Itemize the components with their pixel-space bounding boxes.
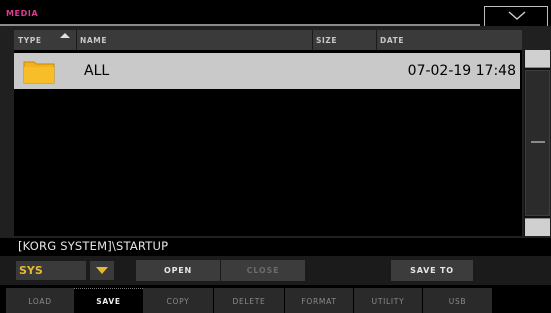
file-name: ALL (84, 63, 110, 79)
vertical-scrollbar[interactable] (524, 50, 550, 236)
file-row-all[interactable]: ALL 07-02-19 17:48 (14, 53, 520, 89)
column-size-header[interactable]: SIZE (316, 36, 337, 45)
tab-usb[interactable]: USB (423, 288, 492, 313)
tab-save[interactable]: SAVE (74, 288, 143, 313)
device-selector[interactable]: SYS (16, 261, 86, 280)
scroll-up-button[interactable] (525, 50, 550, 68)
file-list: ALL 07-02-19 17:48 (14, 50, 522, 236)
active-tab-indicator (74, 288, 143, 289)
title-bar: MEDIA (0, 0, 551, 26)
scroll-down-button[interactable] (525, 218, 550, 236)
current-path: [KORG SYSTEM]\STARTUP (18, 239, 169, 253)
tab-utility[interactable]: UTILITY (354, 288, 422, 313)
device-selected-value: SYS (19, 264, 43, 277)
column-divider (312, 30, 313, 50)
tab-delete[interactable]: DELETE (214, 288, 284, 313)
column-divider (376, 30, 377, 50)
chevron-down-icon (508, 11, 526, 20)
menu-dropdown-button[interactable] (484, 6, 548, 26)
dropdown-arrow-icon (96, 267, 108, 274)
column-date-header[interactable]: DATE (380, 36, 404, 45)
save-to-button[interactable]: SAVE TO (391, 260, 473, 281)
scroll-thumb[interactable] (525, 70, 550, 216)
column-header: TYPE NAME SIZE DATE (14, 30, 522, 50)
file-date: 07-02-19 17:48 (407, 63, 516, 79)
tab-copy[interactable]: COPY (143, 288, 213, 313)
close-button[interactable]: CLOSE (221, 260, 305, 281)
window-title: MEDIA (6, 9, 39, 18)
tab-load[interactable]: LOAD (6, 288, 74, 313)
sort-ascending-icon (60, 33, 70, 38)
column-name-header[interactable]: NAME (80, 36, 107, 45)
folder-icon (23, 61, 55, 84)
device-dropdown-button[interactable] (90, 261, 114, 280)
tab-format[interactable]: FORMAT (285, 288, 353, 313)
column-divider (76, 30, 77, 50)
column-type-header[interactable]: TYPE (18, 36, 42, 45)
open-button[interactable]: OPEN (136, 260, 220, 281)
scroll-grip-icon (531, 141, 545, 143)
tab-bar: LOAD SAVE COPY DELETE FORMAT UTILITY USB (0, 288, 551, 313)
